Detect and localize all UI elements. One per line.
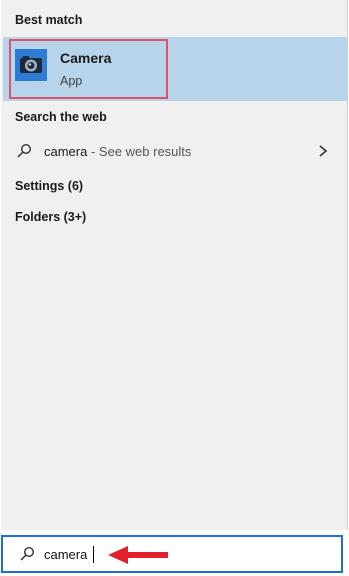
search-box[interactable]: camera <box>1 535 343 573</box>
app-name: Camera <box>60 50 112 66</box>
web-query-suffix: See web results <box>98 144 192 159</box>
annotation-arrow-icon <box>108 546 168 564</box>
web-search-text: camera - See web results <box>44 144 191 159</box>
search-results-panel: Best match Camera App Search the web cam… <box>1 0 348 530</box>
text-caret <box>93 546 94 563</box>
search-web-heading: Search the web <box>15 110 107 124</box>
settings-category[interactable]: Settings (6) <box>15 179 83 193</box>
search-icon <box>17 143 32 158</box>
folders-category[interactable]: Folders (3+) <box>15 210 86 224</box>
app-type: App <box>60 74 83 88</box>
best-match-heading: Best match <box>15 13 83 27</box>
search-icon <box>20 546 35 561</box>
search-input[interactable]: camera <box>44 547 87 562</box>
camera-icon <box>15 49 47 81</box>
chevron-right-icon[interactable] <box>317 143 329 159</box>
web-search-result[interactable]: camera - See web results <box>1 138 347 166</box>
web-query-term: camera <box>44 144 88 159</box>
web-query-separator: - <box>87 144 99 159</box>
